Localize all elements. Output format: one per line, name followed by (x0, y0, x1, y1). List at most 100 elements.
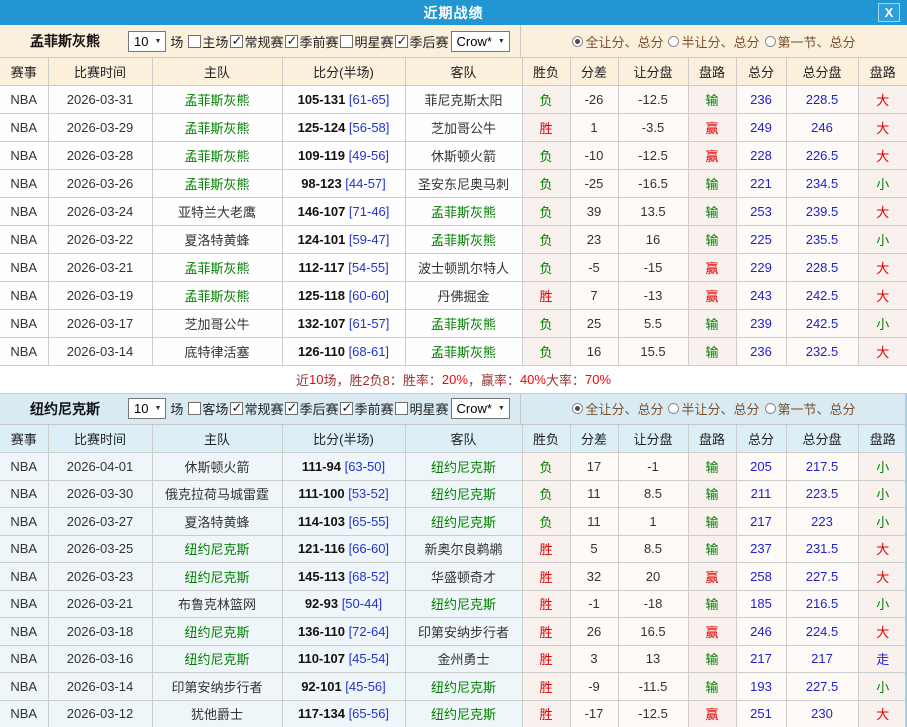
full-score: 111-100 (298, 486, 345, 502)
cell-total-line: 228.5 (786, 85, 859, 114)
cell-away-team: 孟菲斯灰熊 (405, 225, 523, 254)
checkbox-checked-icon[interactable] (340, 401, 354, 415)
filter-option[interactable]: 季后赛 (283, 399, 338, 418)
cell-total-line: 232.5 (786, 337, 859, 366)
full-score: 111-94 (301, 458, 341, 474)
checkbox-unchecked-icon[interactable] (188, 34, 202, 48)
odds-mode-label: 半让分、总分 (681, 34, 760, 50)
cell-date: 2026-03-12 (48, 700, 153, 727)
cell-over-under: 大 (858, 85, 907, 114)
checkbox-unchecked-icon[interactable] (340, 34, 354, 48)
cell-point-diff: 7 (570, 281, 619, 310)
games-count-select[interactable]: 10 ▼ (128, 30, 167, 52)
column-header: 比赛时间 (48, 424, 153, 453)
checkbox-checked-icon[interactable] (230, 34, 244, 48)
cell-total-line: 217.5 (786, 452, 859, 481)
game-row: NBA 2026-03-21 孟菲斯灰熊 112-117 [54-55] 波士顿凯尔特人… (0, 253, 907, 282)
full-score: 117-134 (297, 706, 345, 722)
cell-win-loss: 负 (522, 452, 571, 481)
cell-handicap-line: 13 (618, 645, 689, 673)
radio-icon[interactable] (764, 403, 776, 414)
filter-option[interactable]: 常规赛 (228, 399, 283, 418)
filter-option[interactable]: 常规赛 (228, 32, 283, 51)
close-button[interactable]: X (878, 3, 900, 22)
cell-score: 132-107 [61-57] (282, 309, 406, 338)
half-score: [72-64] (344, 623, 390, 639)
cell-over-under: 大 (858, 281, 907, 310)
cell-handicap-result: 赢 (688, 141, 737, 170)
cell-league: NBA (0, 197, 49, 226)
half-score: [54-55] (344, 259, 389, 275)
radio-icon[interactable] (668, 403, 680, 414)
summary-segment: 20% (441, 371, 468, 387)
cell-home-team: 孟菲斯灰熊 (152, 169, 283, 198)
radio-icon[interactable] (668, 35, 680, 47)
cell-win-loss: 胜 (522, 645, 571, 673)
filter-option[interactable]: 主场 (186, 32, 228, 51)
cell-date: 2026-03-16 (48, 645, 153, 673)
cell-point-diff: -26 (570, 85, 619, 114)
chevron-down-icon: ▼ (497, 37, 505, 45)
filter-option[interactable]: 季前赛 (338, 399, 393, 418)
cell-score: 112-117 [54-55] (282, 253, 406, 282)
cell-point-diff: 17 (570, 452, 619, 481)
cell-league: NBA (0, 672, 49, 701)
cell-handicap-line: -12.5 (618, 700, 689, 727)
odds-provider-select[interactable]: Crow* ▼ (450, 30, 510, 52)
summary-segment: 大率： (545, 372, 585, 388)
odds-mode-option[interactable]: 第一节、总分 (764, 399, 856, 418)
odds-mode-option[interactable]: 全让分、总分 (572, 399, 663, 418)
cell-over-under: 小 (858, 507, 907, 536)
column-header: 客队 (405, 58, 523, 86)
odds-mode-option[interactable]: 半让分、总分 (668, 32, 760, 51)
odds-mode-label: 全让分、总分 (585, 34, 664, 50)
checkbox-unchecked-icon[interactable] (395, 402, 409, 415)
half-score: [68-52] (344, 568, 390, 584)
cell-handicap-line: -12.5 (618, 141, 689, 170)
odds-mode-option[interactable]: 第一节、总分 (764, 32, 856, 51)
cell-over-under: 大 (858, 617, 907, 646)
cell-handicap-line: 13.5 (618, 197, 689, 226)
cell-total-line: 246 (786, 113, 859, 142)
cell-date: 2026-03-25 (48, 535, 153, 563)
checkbox-checked-icon[interactable] (285, 34, 299, 48)
full-score: 132-107 (297, 315, 346, 331)
cell-home-team: 纽约尼克斯 (152, 645, 283, 673)
game-row: NBA 2026-03-12 犹他爵士 117-134 [65-56] 纽约尼克斯胜 -1… (0, 700, 907, 727)
cell-total-points: 217 (736, 507, 787, 536)
radio-selected-icon[interactable] (572, 403, 584, 414)
checkbox-unchecked-icon[interactable] (188, 402, 202, 415)
odds-provider-select[interactable]: Crow* ▼ (450, 398, 510, 419)
cell-home-team: 底特律活塞 (152, 337, 283, 366)
cell-date: 2026-03-17 (48, 309, 153, 338)
radio-icon[interactable] (764, 35, 776, 47)
filter-option[interactable]: 客场 (186, 399, 228, 418)
cell-total-line: 227.5 (786, 672, 859, 701)
checkbox-checked-icon[interactable] (230, 401, 244, 415)
filter-option[interactable]: 明星赛 (393, 399, 449, 418)
odds-mode-option[interactable]: 半让分、总分 (668, 399, 760, 418)
cell-handicap-line: -3.5 (618, 113, 689, 142)
cell-point-diff: 39 (570, 197, 619, 226)
odds-mode-option[interactable]: 全让分、总分 (572, 32, 663, 51)
cell-score: 121-116 [66-60] (282, 535, 406, 563)
cell-point-diff: 16 (570, 337, 619, 366)
cell-date: 2026-03-21 (48, 590, 153, 618)
game-row: NBA 2026-03-16 纽约尼克斯 110-107 [45-54] 金州勇士胜 3 1… (0, 645, 907, 673)
filter-option-label: 明星赛 (354, 34, 394, 50)
cell-win-loss: 负 (522, 253, 571, 282)
column-header: 比分(半场) (282, 424, 406, 453)
checkbox-checked-icon[interactable] (395, 34, 409, 48)
column-header: 盘路 (858, 424, 907, 453)
cell-total-points: 246 (736, 617, 787, 646)
close-icon: X (884, 5, 894, 20)
filter-option[interactable]: 季前赛 (283, 32, 338, 51)
cell-point-diff: 3 (570, 645, 619, 673)
games-count-select[interactable]: 10 ▼ (128, 398, 167, 419)
checkbox-checked-icon[interactable] (285, 401, 299, 415)
filter-option[interactable]: 明星赛 (338, 32, 393, 51)
radio-selected-icon[interactable] (572, 35, 584, 47)
full-score: 124-101 (297, 231, 346, 247)
filter-option[interactable]: 季后赛 (393, 32, 449, 51)
cell-score: 92-93 [50-44] (282, 590, 406, 618)
